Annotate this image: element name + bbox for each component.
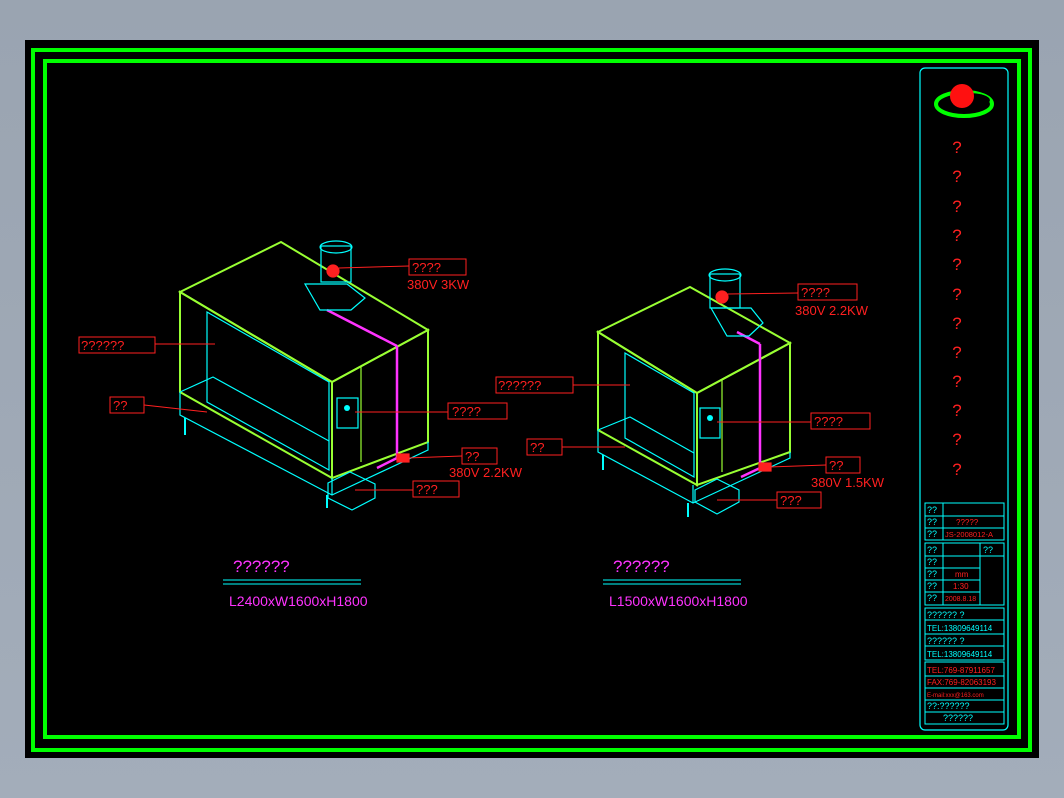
right-front-frame bbox=[597, 330, 698, 487]
vertical-char: ? bbox=[952, 430, 961, 449]
tb-contact1: ?????? ? bbox=[927, 610, 965, 620]
tb-contact2: ?????? ? bbox=[927, 636, 965, 646]
spec-right-fan: 380V 2.2KW bbox=[795, 303, 869, 318]
right-side-face bbox=[696, 341, 791, 487]
machine-left bbox=[177, 240, 431, 511]
tb-row8-value: 2008.8.18 bbox=[945, 596, 976, 603]
tb-row7-label: ?? bbox=[927, 581, 937, 591]
left-front-inner bbox=[206, 310, 330, 472]
label-left-base: ?? bbox=[113, 398, 127, 413]
tb-row2-label: ?? bbox=[927, 517, 937, 527]
left-control-dial bbox=[344, 405, 350, 411]
tb-row7-value: 1:30 bbox=[953, 582, 969, 591]
left-duct-1 bbox=[326, 308, 398, 348]
tb-address: ??:?????? bbox=[927, 701, 970, 711]
company-logo-icon bbox=[934, 84, 994, 118]
title-table-text: ?? ?? ????? ?? JS-2008012-A ?? ?? ?? ?? … bbox=[927, 505, 996, 723]
left-control-box bbox=[336, 397, 359, 429]
dimension-left: L2400xW1600xH1800 bbox=[229, 593, 368, 609]
right-front-inner bbox=[624, 351, 695, 479]
title-block: ? ? ? ? ? ? ? ? ? ? ? ? ?? ?? ????? ?? J… bbox=[919, 67, 1009, 731]
right-duct-1 bbox=[736, 330, 761, 346]
label-left-fan: ???? bbox=[412, 260, 441, 275]
tb-row4-label-b: ?? bbox=[983, 545, 993, 555]
dimension-right: L1500xW1600xH1800 bbox=[609, 593, 748, 609]
spec-right-pump: 380V 1.5KW bbox=[811, 475, 885, 490]
vertical-char: ? bbox=[952, 460, 961, 479]
label-left-tank: ??? bbox=[416, 482, 438, 497]
label-right-fan: ???? bbox=[801, 285, 830, 300]
tb-row5-label: ?? bbox=[927, 557, 937, 567]
title-right: ?????? bbox=[613, 557, 670, 576]
right-opening-floor bbox=[597, 416, 695, 454]
vertical-char: ? bbox=[952, 167, 961, 186]
label-right-tank: ??? bbox=[780, 493, 802, 508]
tb-row8-label: ?? bbox=[927, 593, 937, 603]
right-fan-motor bbox=[715, 290, 729, 304]
tb-tel1: TEL:13809649114 bbox=[927, 624, 993, 633]
right-annotations: ???? 380V 2.2KW ?????? ?? ???? ?? 380V 1… bbox=[495, 283, 885, 609]
left-front-frame bbox=[179, 290, 333, 480]
vertical-char: ? bbox=[952, 255, 961, 274]
left-fan-top bbox=[319, 240, 353, 254]
tb-company: ?????? bbox=[943, 713, 973, 723]
label-left-body: ?????? bbox=[81, 338, 124, 353]
vertical-char: ? bbox=[952, 343, 961, 362]
left-annotations: ???? 380V 3KW ?????? ?? ???? ?? 380V 2.2… bbox=[78, 258, 523, 609]
tb-row2-value: ????? bbox=[956, 518, 979, 527]
label-right-control: ???? bbox=[814, 414, 843, 429]
spec-left-fan: 380V 3KW bbox=[407, 277, 470, 292]
vertical-char: ? bbox=[952, 138, 961, 157]
left-fan-motor bbox=[326, 264, 340, 278]
left-top-face bbox=[177, 240, 431, 384]
vertical-char: ? bbox=[952, 285, 961, 304]
tb-row1-label: ?? bbox=[927, 505, 937, 515]
tb-row6-label: ?? bbox=[927, 569, 937, 579]
label-right-body: ?????? bbox=[498, 378, 541, 393]
cad-drawing: ???? 380V 3KW ?????? ?? ???? ?? 380V 2.2… bbox=[31, 48, 1032, 752]
drawing-sheet: ???? 380V 3KW ?????? ?? ???? ?? 380V 2.2… bbox=[25, 40, 1039, 758]
label-right-base: ?? bbox=[530, 440, 544, 455]
title-left: ?????? bbox=[233, 557, 290, 576]
tb-row3-value: JS-2008012-A bbox=[945, 530, 993, 539]
label-left-pump: ?? bbox=[465, 449, 479, 464]
vertical-char: ? bbox=[952, 197, 961, 216]
right-control-box bbox=[699, 407, 721, 439]
leader-right-pump bbox=[768, 464, 827, 468]
tb-email: E-mail:xxx@163.com bbox=[927, 693, 984, 699]
label-left-control: ???? bbox=[452, 404, 481, 419]
leader-left-base bbox=[143, 404, 208, 413]
vertical-char: ? bbox=[952, 314, 961, 333]
left-side-face bbox=[331, 328, 429, 480]
tb-company-fax: FAX:769-82063193 bbox=[927, 678, 996, 687]
tb-row4-label: ?? bbox=[927, 545, 937, 555]
machine-right bbox=[595, 268, 793, 517]
label-right-pump: ?? bbox=[829, 458, 843, 473]
vertical-char: ? bbox=[952, 226, 961, 245]
right-control-dial bbox=[707, 415, 713, 421]
tb-row3-label: ?? bbox=[927, 529, 937, 539]
tb-row6-value: mm bbox=[955, 570, 969, 579]
outer-border bbox=[31, 48, 1032, 752]
tb-company-tel: TEL:769-87911657 bbox=[927, 666, 995, 675]
leader-left-fan bbox=[338, 265, 410, 269]
right-fan-top bbox=[708, 268, 742, 282]
vertical-company-text: ? ? ? ? ? ? ? ? ? ? ? ? bbox=[952, 138, 961, 479]
leader-right-fan bbox=[727, 292, 799, 295]
vertical-char: ? bbox=[952, 372, 961, 391]
vertical-char: ? bbox=[952, 401, 961, 420]
spec-left-pump: 380V 2.2KW bbox=[449, 465, 523, 480]
tb-tel2: TEL:13809649114 bbox=[927, 650, 993, 659]
left-opening-floor bbox=[179, 376, 330, 442]
